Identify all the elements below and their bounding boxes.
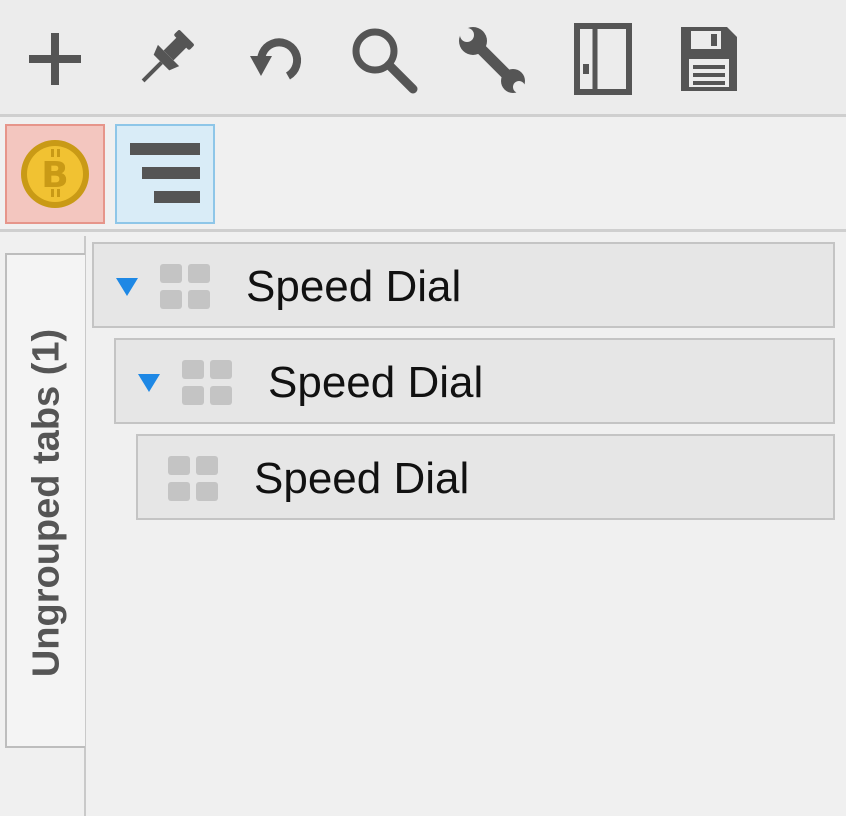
panel-button[interactable] (558, 14, 648, 104)
tab-title: Speed Dial (268, 358, 484, 407)
expand-triangle-icon[interactable] (138, 374, 160, 392)
save-icon (681, 27, 737, 91)
tab-title: Speed Dial (254, 454, 470, 503)
undo-icon (250, 38, 302, 80)
tab-row[interactable]: Speed Dial (114, 338, 835, 424)
svg-text:B: B (41, 155, 68, 196)
tab-title: Speed Dial (246, 262, 462, 311)
expand-triangle-icon[interactable] (116, 278, 138, 296)
speed-dial-icon (182, 360, 234, 406)
filter-bar: B (0, 117, 846, 232)
settings-button[interactable] (446, 14, 536, 104)
toolbar (0, 0, 846, 117)
tab-row[interactable]: Speed Dial (92, 242, 835, 328)
plus-icon (29, 33, 81, 85)
search-icon (352, 28, 418, 94)
wrench-icon (459, 27, 525, 93)
new-tab-button[interactable] (10, 14, 100, 104)
tree-list-icon (130, 143, 200, 203)
ungrouped-tabs-group[interactable]: Ungrouped tabs (1) (5, 253, 85, 748)
group-label: Ungrouped tabs (1) (25, 328, 68, 678)
bitcoin-filter-button[interactable]: B (5, 124, 105, 224)
undo-button[interactable] (232, 14, 322, 104)
save-button[interactable] (664, 14, 754, 104)
panel-icon (574, 23, 632, 95)
tree-view-button[interactable] (115, 124, 215, 224)
speed-dial-icon (160, 264, 212, 310)
bitcoin-icon: B (21, 140, 89, 208)
pin-button[interactable] (120, 14, 210, 104)
search-button[interactable] (338, 14, 428, 104)
tab-row[interactable]: Speed Dial (136, 434, 835, 520)
pin-icon (141, 30, 194, 83)
speed-dial-icon (168, 456, 220, 502)
